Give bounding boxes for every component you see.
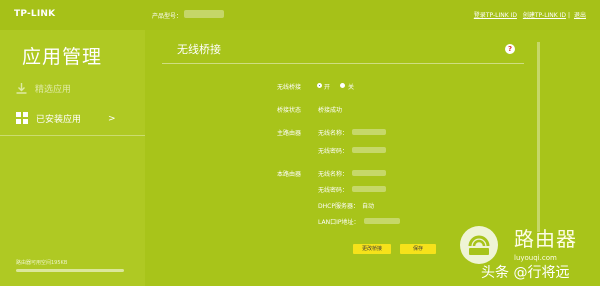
main-router-ssid-label: 无线名称： [318, 130, 349, 137]
create-id-link[interactable]: 创建TP-LINK ID [523, 12, 566, 19]
sidebar-item-label: 精选应用 [35, 85, 72, 95]
bridge-toggle-label: 无线桥接 [277, 84, 302, 91]
page-title: 无线桥接 [177, 43, 221, 56]
watermark-router-icon [460, 226, 498, 264]
login-link[interactable]: 登录TP-LINK ID [474, 12, 517, 19]
model-value-blurred [184, 10, 224, 18]
radio-on[interactable] [317, 83, 322, 88]
bridge-status-value: 桥接成功 [318, 107, 343, 114]
sidebar: 应用管理 精选应用 已安装应用 > 路由器可用空间195KB [0, 30, 145, 286]
sidebar-item-label: 已安装应用 [36, 115, 82, 125]
download-icon [16, 82, 27, 97]
account-links: 登录TP-LINK ID 创建TP-LINK ID | 退出 [470, 10, 586, 19]
tp-link-logo: TP-LINK [14, 9, 56, 19]
main-router-ssid-blurred [352, 129, 386, 135]
help-icon[interactable]: ? [505, 44, 515, 54]
link-separator: | [567, 12, 570, 19]
sidebar-title: 应用管理 [22, 46, 103, 68]
grid-icon [16, 112, 28, 127]
this-router-ssid-label: 无线名称： [318, 171, 349, 178]
this-router-password-blurred [352, 186, 386, 192]
this-router-ssid-blurred [352, 170, 386, 176]
main-router-label: 主路由器 [277, 130, 302, 137]
watermark-site: luyouqi.com [514, 254, 557, 262]
scrollbar[interactable] [537, 42, 540, 232]
sidebar-item-installed-apps[interactable]: 已安装应用 [16, 112, 81, 127]
storage-text: 路由器可用空间195KB [16, 260, 68, 266]
sidebar-item-featured-apps[interactable]: 精选应用 [16, 82, 71, 97]
radio-off[interactable] [340, 83, 345, 88]
dhcp-value: 自动 [362, 203, 375, 210]
logout-link[interactable]: 退出 [574, 12, 586, 19]
this-router-label: 本路由器 [277, 171, 302, 178]
radio-off-label: 关 [348, 84, 355, 91]
dhcp-label: DHCP服务器： [318, 203, 359, 210]
main-router-password-label: 无线密码： [318, 148, 349, 155]
this-router-password-label: 无线密码： [318, 187, 349, 194]
top-bar: TP-LINK 产品型号： 登录TP-LINK ID 创建TP-LINK ID … [0, 0, 600, 30]
model-label: 产品型号： [152, 13, 183, 20]
lan-ip-label: LAN口IP地址： [318, 219, 360, 226]
radio-on-label: 开 [324, 84, 331, 91]
title-divider [162, 63, 524, 64]
save-button[interactable]: 保存 [400, 244, 436, 254]
change-bridge-button[interactable]: 更改桥接 [353, 244, 391, 254]
watermark-name: 路由器 [514, 227, 577, 251]
chevron-right-icon: > [108, 114, 116, 124]
sidebar-divider [0, 135, 145, 136]
lan-ip-blurred [364, 218, 400, 224]
bridge-status-label: 桥接状态 [277, 107, 302, 114]
watermark-handle: 头条 @行将远 [481, 265, 570, 281]
main-router-password-blurred [352, 147, 386, 153]
storage-bar [16, 269, 124, 272]
